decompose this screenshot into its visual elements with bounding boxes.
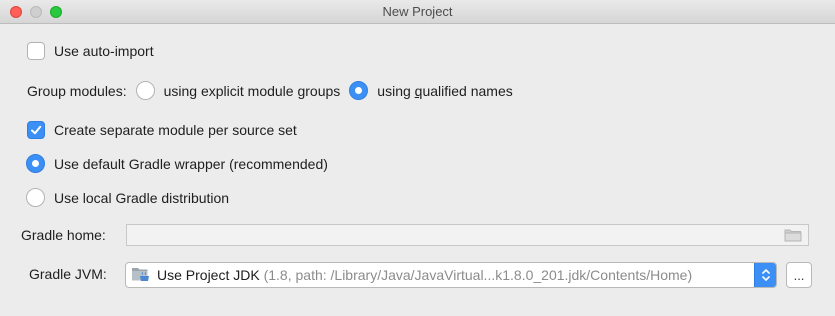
gradle-jvm-path: (1.8, path: /Library/Java/JavaVirtual...… xyxy=(259,267,693,283)
settings-panel: Use auto-import Group modules: using exp… xyxy=(0,25,835,316)
gradle-jvm-label: Gradle JVM: xyxy=(29,266,107,282)
qualified-names-label[interactable]: using qualified names xyxy=(377,83,512,99)
local-distribution-label: Use local Gradle distribution xyxy=(54,189,230,206)
explicit-groups-label-pre: using explicit module xyxy=(163,82,298,99)
separate-module-row[interactable]: Create separate module per source set xyxy=(27,121,297,139)
window-title: New Project xyxy=(382,4,453,19)
gradle-jvm-value: Use Project JDK (1.8, path: /Library/Jav… xyxy=(157,267,692,283)
explicit-groups-label-post: roups xyxy=(305,82,341,99)
title-bar: New Project xyxy=(0,0,835,24)
select-arrows-icon[interactable] xyxy=(754,263,776,287)
default-wrapper-label: Use default Gradle wrapper (recommended) xyxy=(54,155,328,172)
gradle-jvm-name: Use Project JDK xyxy=(157,267,260,283)
gradle-home-label: Gradle home: xyxy=(21,227,106,243)
checkmark-icon xyxy=(31,125,42,135)
qualified-names-label-pre: using xyxy=(377,82,415,99)
folder-icon[interactable] xyxy=(784,228,802,242)
local-distribution-row[interactable]: Use local Gradle distribution xyxy=(26,188,229,207)
gradle-home-label-row: Gradle home: xyxy=(21,227,106,243)
explicit-groups-label[interactable]: using explicit module groups xyxy=(164,83,341,99)
separate-module-label: Create separate module per source set xyxy=(54,122,297,138)
gradle-home-field[interactable] xyxy=(126,224,809,246)
default-wrapper-radio[interactable] xyxy=(26,154,45,173)
browse-jvm-button[interactable]: ... xyxy=(786,262,812,288)
radio-selected-dot xyxy=(355,87,363,94)
auto-import-row[interactable]: Use auto-import xyxy=(27,42,154,60)
default-wrapper-row[interactable]: Use default Gradle wrapper (recommended) xyxy=(26,154,328,173)
qualified-names-radio[interactable] xyxy=(349,81,369,100)
separate-module-checkbox[interactable] xyxy=(27,121,45,139)
group-modules-row: Group modules: using explicit module gro… xyxy=(27,81,513,100)
gradle-jvm-label-row: Gradle JVM: xyxy=(29,266,107,282)
local-distribution-radio[interactable] xyxy=(26,188,45,207)
jdk-folder-icon xyxy=(132,268,149,281)
qualified-names-label-post: ualified names xyxy=(422,82,513,99)
auto-import-label: Use auto-import xyxy=(54,43,154,59)
explicit-groups-radio[interactable] xyxy=(135,81,155,100)
gradle-jvm-select[interactable]: Use Project JDK (1.8, path: /Library/Jav… xyxy=(125,262,777,288)
auto-import-checkbox[interactable] xyxy=(27,42,45,60)
group-modules-label: Group modules: xyxy=(27,82,127,99)
radio-selected-dot xyxy=(32,160,39,167)
